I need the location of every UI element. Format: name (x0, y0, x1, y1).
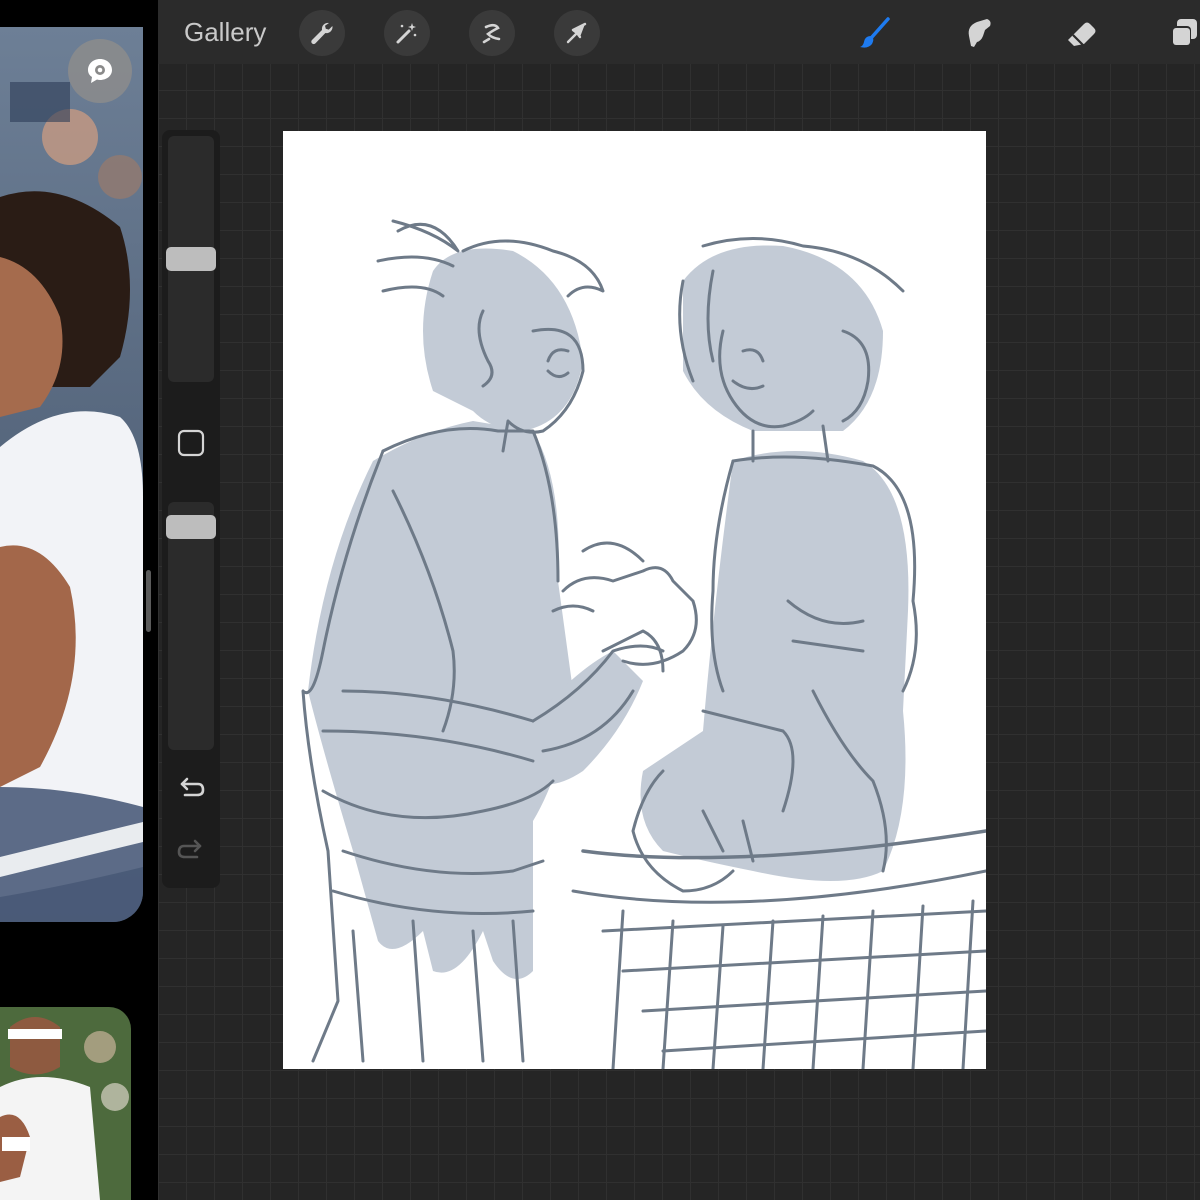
brush-tool-button[interactable] (852, 10, 898, 56)
redo-button[interactable] (170, 830, 212, 872)
smudge-tool-button[interactable] (955, 10, 1001, 56)
reference-photo-bottom (0, 1007, 131, 1200)
modify-square-icon (177, 429, 205, 457)
tennis-player-photo-2 (0, 1007, 131, 1200)
selection-button[interactable] (469, 10, 515, 56)
comment-button[interactable] (68, 39, 132, 103)
drawing-app: Gallery (158, 0, 1200, 1200)
layers-button[interactable] (1161, 10, 1200, 56)
undo-icon (180, 777, 205, 797)
top-toolbar: Gallery (158, 0, 1200, 64)
selection-icon (482, 23, 501, 44)
undo-button[interactable] (170, 768, 212, 810)
drawing-canvas[interactable] (283, 131, 986, 1069)
reference-panel (0, 0, 158, 1200)
brush-icon (860, 17, 890, 48)
layers-icon (1171, 19, 1197, 46)
magic-wand-icon (396, 23, 417, 44)
opacity-slider[interactable] (166, 502, 216, 750)
gallery-button[interactable]: Gallery (184, 14, 266, 50)
smudge-icon (968, 19, 991, 47)
redo-icon (177, 839, 202, 859)
eraser-icon (1068, 22, 1096, 46)
transform-arrow-icon (566, 22, 587, 44)
modify-button[interactable] (170, 422, 212, 464)
tennis-player-photo-1 (0, 27, 143, 922)
brush-size-thumb[interactable] (166, 247, 216, 271)
tennis-handshake-sketch (301, 219, 986, 1069)
wrench-icon (311, 22, 333, 45)
opacity-thumb[interactable] (166, 515, 216, 539)
transform-button[interactable] (554, 10, 600, 56)
reference-photo-top (0, 27, 143, 922)
adjustments-button[interactable] (384, 10, 430, 56)
split-view-handle[interactable] (146, 570, 151, 632)
brush-size-slider[interactable] (166, 136, 216, 382)
eraser-tool-button[interactable] (1058, 10, 1104, 56)
brush-sidebar (162, 130, 220, 888)
actions-button[interactable] (299, 10, 345, 56)
comment-icon (88, 59, 112, 83)
